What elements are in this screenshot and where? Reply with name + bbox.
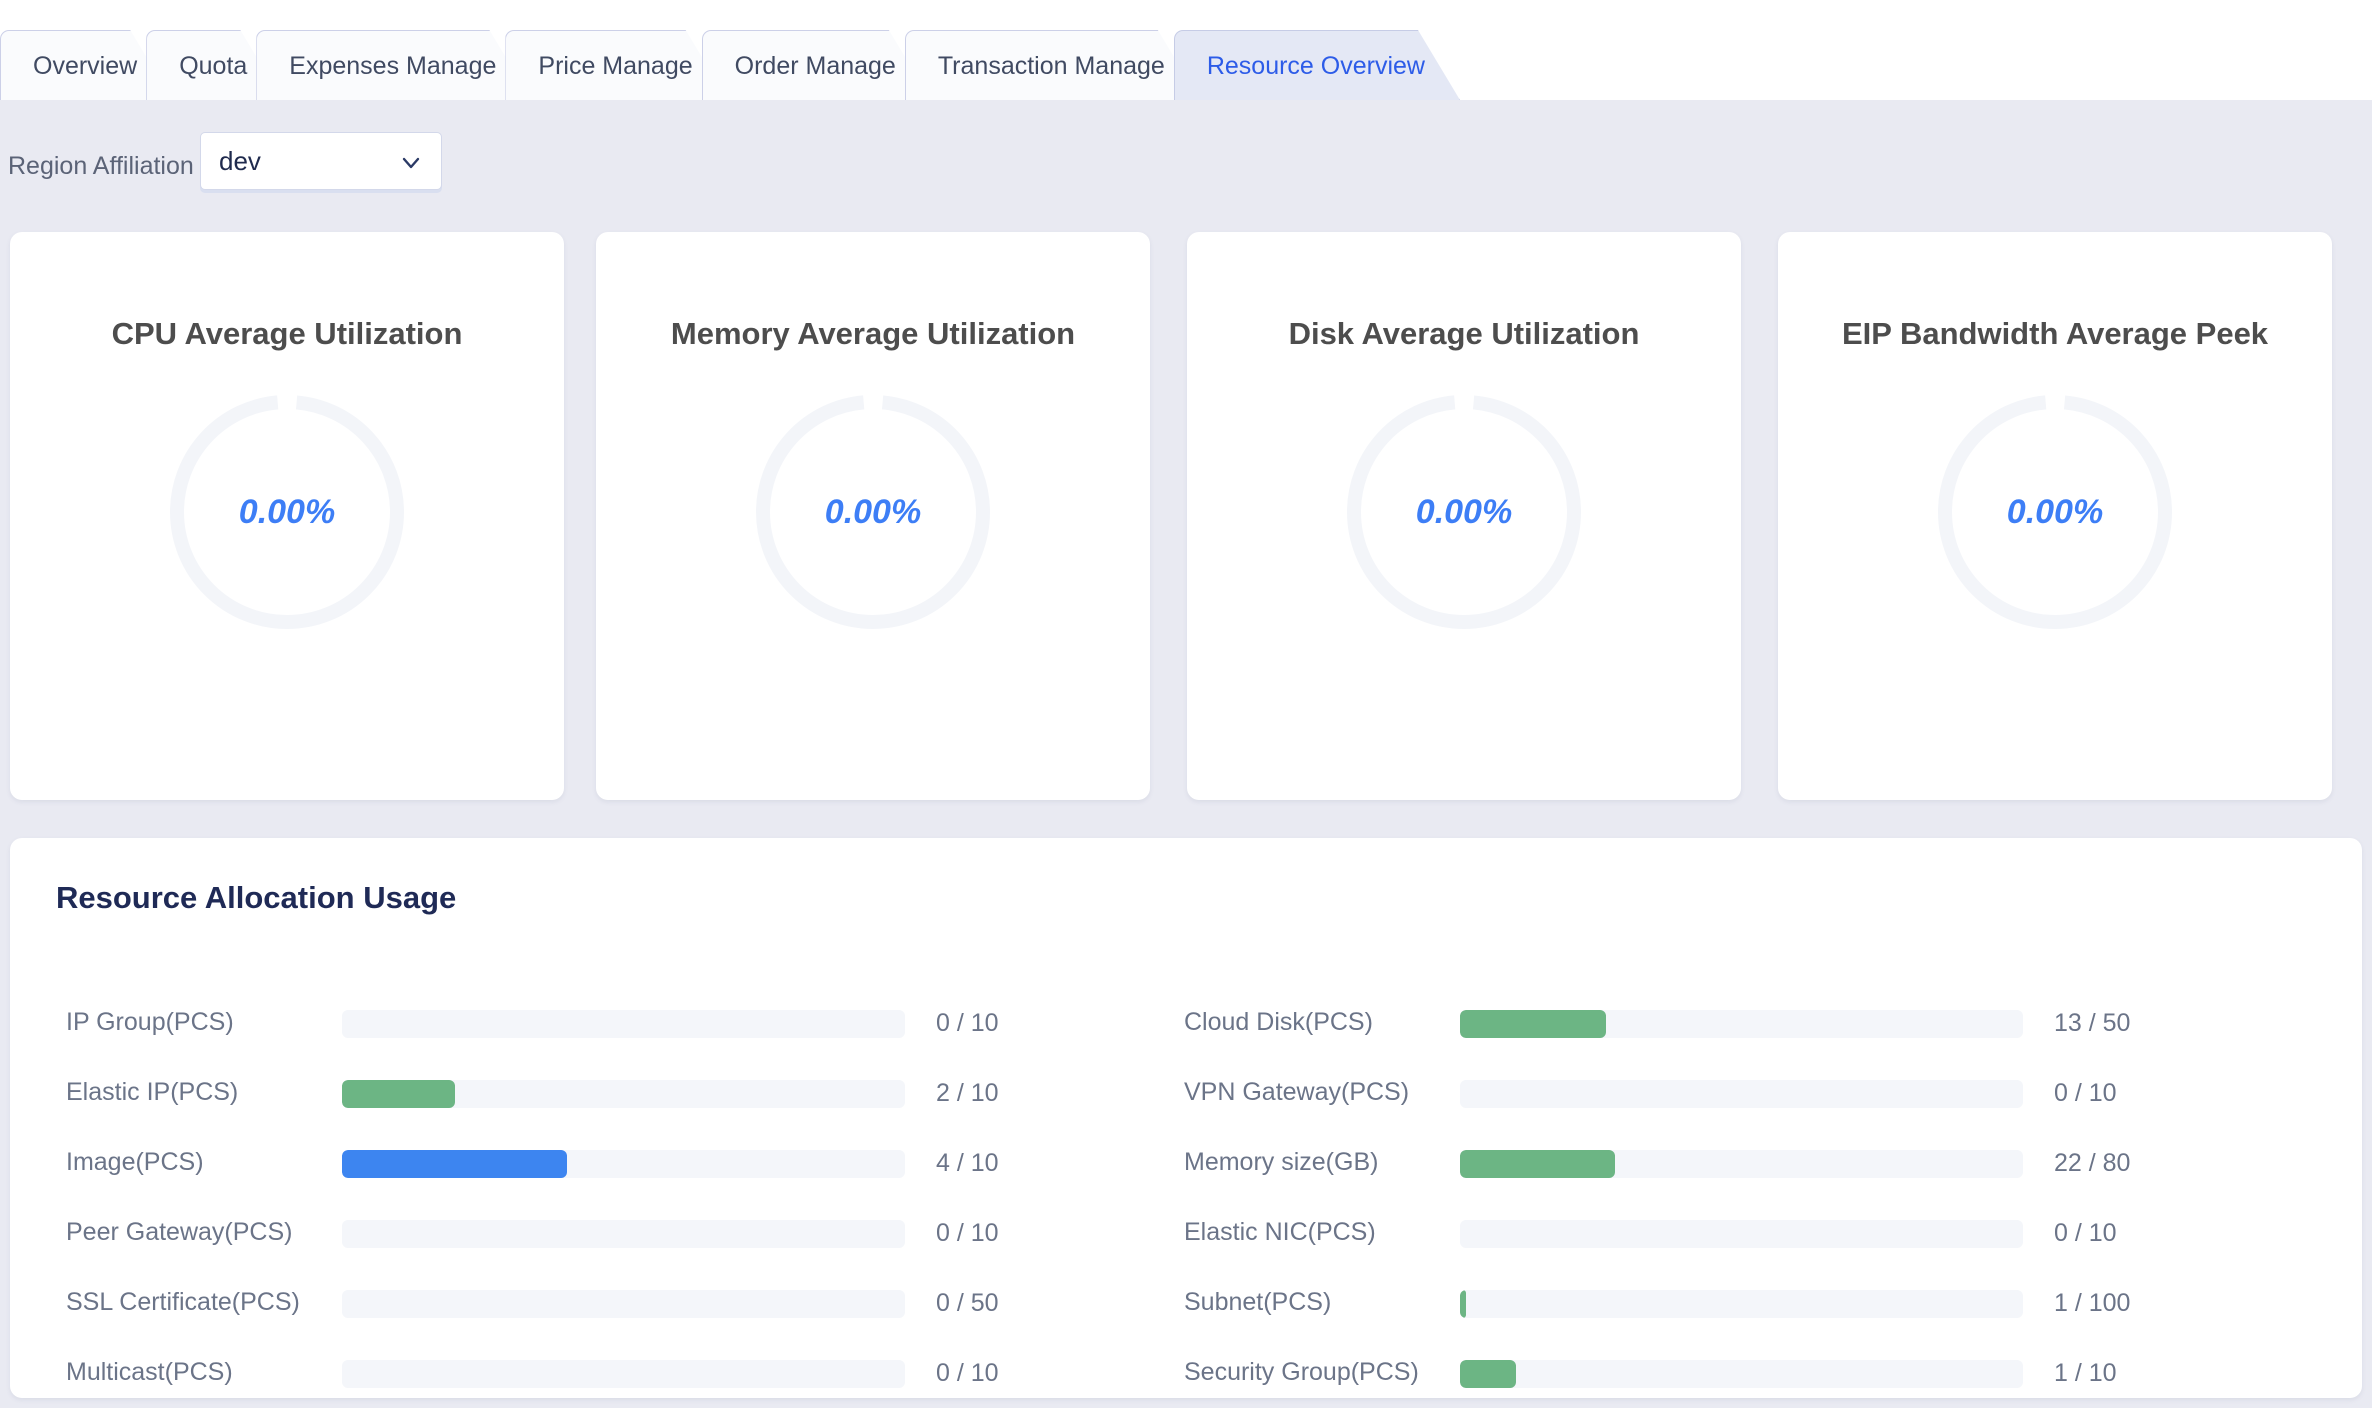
allocation-progress-fill	[1460, 1360, 1517, 1388]
allocation-row: SSL Certificate(PCS) 0 / 50	[46, 1268, 1164, 1338]
allocation-progress-track	[342, 1150, 905, 1178]
region-affiliation-value: dev	[219, 146, 261, 176]
tab-bar: Overview Quota Expenses Manage Price Manage…	[0, 0, 2372, 100]
allocation-row: Image(PCS) 4 / 10	[46, 1128, 1164, 1198]
allocation-row-value: 0 / 10	[936, 1359, 999, 1387]
allocation-progress-fill	[1460, 1150, 1615, 1178]
metric-card-title: EIP Bandwidth Average Peek	[1841, 316, 2269, 351]
allocation-row-value: 1 / 10	[2054, 1359, 2117, 1387]
allocation-progress-fill	[342, 1080, 455, 1108]
allocation-progress-track	[342, 1360, 905, 1388]
resource-allocation-panel: Resource Allocation Usage IP Group(PCS) 0…	[10, 838, 2362, 1398]
allocation-column-right: Cloud Disk(PCS) 13 / 50 VPN Gateway(PCS) 0 …	[1164, 988, 2282, 1408]
tab-expenses-manage[interactable]: Expenses Manage	[256, 30, 531, 100]
utilization-donut-chart: 0.00%	[159, 384, 415, 640]
allocation-row-label: Subnet(PCS)	[1184, 1288, 1332, 1316]
allocation-row-value: 1 / 100	[2054, 1289, 2131, 1317]
metric-card-value: 0.00%	[1415, 492, 1513, 531]
allocation-progress-track	[342, 1220, 905, 1248]
allocation-progress-track	[1460, 1290, 2023, 1318]
allocation-row: Security Group(PCS) 1 / 10	[1164, 1338, 2282, 1408]
tab-strip: Overview Quota Expenses Manage Price Manage…	[0, 30, 1434, 100]
allocation-progress-track	[1460, 1080, 2023, 1108]
allocation-row-label: Image(PCS)	[66, 1148, 204, 1176]
allocation-row-value: 0 / 10	[936, 1009, 999, 1037]
utilization-donut-chart: 0.00%	[745, 384, 1001, 640]
allocation-row-label: Elastic IP(PCS)	[66, 1078, 239, 1106]
allocation-row: IP Group(PCS) 0 / 10	[46, 988, 1164, 1058]
metric-card: Disk Average Utilization 0.00%	[1187, 232, 1741, 800]
metric-card-value: 0.00%	[2006, 492, 2104, 531]
metric-card-title: Memory Average Utilization	[670, 316, 1076, 351]
tab-order-manage[interactable]: Order Manage	[702, 30, 931, 100]
allocation-progress-track	[1460, 1150, 2023, 1178]
utilization-donut-chart: 0.00%	[1927, 384, 2183, 640]
allocation-row: Multicast(PCS) 0 / 10	[46, 1338, 1164, 1408]
metric-card-title: Disk Average Utilization	[1288, 316, 1640, 351]
allocation-row: Subnet(PCS) 1 / 100	[1164, 1268, 2282, 1338]
region-affiliation-label: Region Affiliation	[8, 152, 194, 180]
allocation-row-value: 0 / 50	[936, 1289, 999, 1317]
allocation-row-label: VPN Gateway(PCS)	[1184, 1078, 1410, 1106]
allocation-row-value: 2 / 10	[936, 1079, 999, 1107]
allocation-row: Peer Gateway(PCS) 0 / 10	[46, 1198, 1164, 1268]
tab-transaction-manage[interactable]: Transaction Manage	[905, 30, 1200, 100]
metric-card: EIP Bandwidth Average Peek 0.00%	[1778, 232, 2332, 800]
allocation-progress-track	[1460, 1010, 2023, 1038]
allocation-row-value: 0 / 10	[936, 1219, 999, 1247]
allocation-row-label: Elastic NIC(PCS)	[1184, 1218, 1376, 1246]
metric-card: CPU Average Utilization 0.00%	[10, 232, 564, 800]
region-affiliation-select[interactable]: dev	[200, 132, 442, 190]
metric-card-value: 0.00%	[824, 492, 922, 531]
allocation-progress-fill	[1460, 1290, 1466, 1318]
allocation-row-value: 22 / 80	[2054, 1149, 2131, 1177]
allocation-row-value: 0 / 10	[2054, 1219, 2117, 1247]
filter-bar: Region Affiliation dev	[0, 100, 2372, 232]
allocation-progress-fill	[342, 1150, 568, 1178]
allocation-row-label: SSL Certificate(PCS)	[66, 1288, 300, 1316]
allocation-row-label: Security Group(PCS)	[1184, 1358, 1419, 1386]
allocation-row-label: IP Group(PCS)	[66, 1008, 234, 1036]
allocation-row: Memory size(GB) 22 / 80	[1164, 1128, 2282, 1198]
allocation-progress-track	[1460, 1220, 2023, 1248]
resource-allocation-title: Resource Allocation Usage	[56, 880, 457, 915]
allocation-progress-track	[342, 1010, 905, 1038]
allocation-row-value: 4 / 10	[936, 1149, 999, 1177]
allocation-row-label: Multicast(PCS)	[66, 1358, 233, 1386]
allocation-progress-track	[342, 1080, 905, 1108]
metric-cards-row: CPU Average Utilization 0.00% Memory Avera…	[0, 232, 2372, 800]
tab-resource-overview[interactable]: Resource Overview	[1174, 30, 1460, 100]
allocation-row-value: 13 / 50	[2054, 1009, 2131, 1037]
chevron-down-icon	[401, 153, 421, 173]
allocation-progress-track	[1460, 1360, 2023, 1388]
allocation-row-value: 0 / 10	[2054, 1079, 2117, 1107]
allocation-row-label: Cloud Disk(PCS)	[1184, 1008, 1373, 1036]
utilization-donut-chart: 0.00%	[1336, 384, 1592, 640]
allocation-row: Cloud Disk(PCS) 13 / 50	[1164, 988, 2282, 1058]
allocation-row-label: Memory size(GB)	[1184, 1148, 1379, 1176]
allocation-progress-fill	[1460, 1010, 1607, 1038]
allocation-row-label: Peer Gateway(PCS)	[66, 1218, 293, 1246]
allocation-row: VPN Gateway(PCS) 0 / 10	[1164, 1058, 2282, 1128]
allocation-progress-track	[342, 1290, 905, 1318]
allocation-row: Elastic NIC(PCS) 0 / 10	[1164, 1198, 2282, 1268]
metric-card: Memory Average Utilization 0.00%	[596, 232, 1150, 800]
metric-card-title: CPU Average Utilization	[111, 316, 463, 351]
allocation-row: Elastic IP(PCS) 2 / 10	[46, 1058, 1164, 1128]
allocation-column-left: IP Group(PCS) 0 / 10 Elastic IP(PCS) 2 / 10…	[46, 988, 1164, 1408]
tab-price-manage[interactable]: Price Manage	[505, 30, 727, 100]
metric-card-value: 0.00%	[238, 492, 336, 531]
